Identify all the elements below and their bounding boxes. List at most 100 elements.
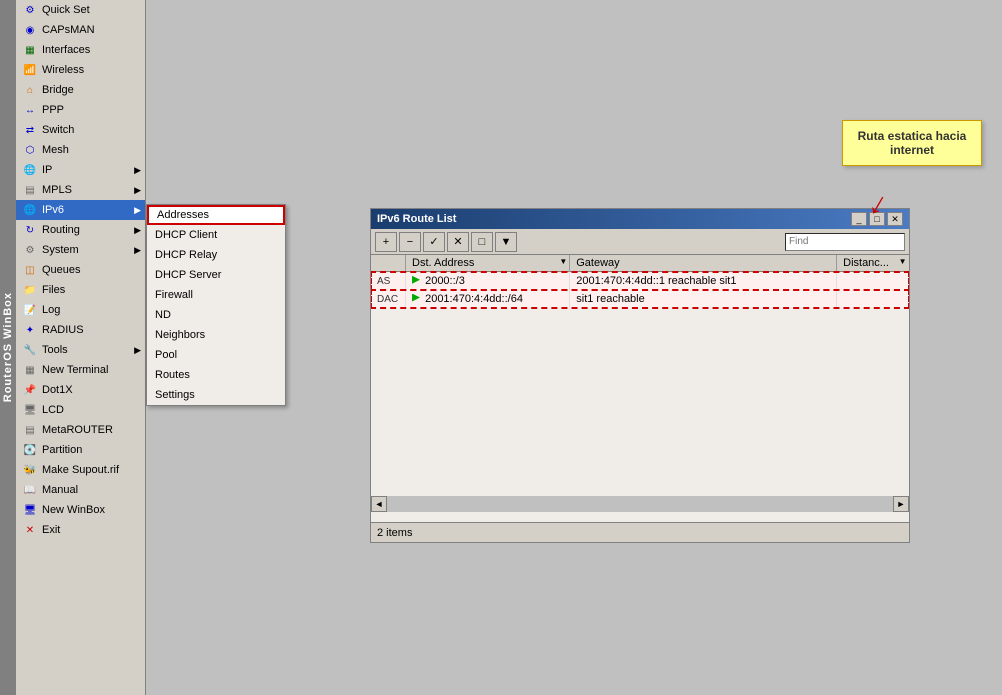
submenu-item-settings[interactable]: Settings xyxy=(147,385,285,405)
sidebar-item-metarouter[interactable]: ▤ MetaROUTER xyxy=(16,420,145,440)
row2-distance xyxy=(837,290,909,308)
sidebar-item-make-supout[interactable]: 🐝 Make Supout.rif xyxy=(16,460,145,480)
lcd-icon: 🖥 xyxy=(22,402,38,418)
tooltip-bubble: Ruta estatica hacia internet xyxy=(842,120,982,166)
sidebar-item-routing[interactable]: ↻ Routing ▶ xyxy=(16,220,145,240)
sidebar-item-files[interactable]: 📁 Files xyxy=(16,280,145,300)
sidebar-item-dot1x[interactable]: 📌 Dot1X xyxy=(16,380,145,400)
col-distance-sort-icon: ▼ xyxy=(899,257,907,266)
sidebar-item-lcd[interactable]: 🖥 LCD xyxy=(16,400,145,420)
table-header-row: Dst. Address ▼ Gateway Distanc... ▼ xyxy=(371,255,909,272)
route-search-input[interactable] xyxy=(785,233,905,251)
new-winbox-icon: 🖥 xyxy=(22,502,38,518)
switch-icon: ⇄ xyxy=(22,122,38,138)
ip-arrow-icon: ▶ xyxy=(134,165,141,176)
row2-arrow-icon xyxy=(412,294,420,302)
mesh-icon: ⬡ xyxy=(22,142,38,158)
log-icon: 📝 xyxy=(22,302,38,318)
row2-gateway: sit1 reachable xyxy=(570,290,837,308)
scroll-left-button[interactable]: ◄ xyxy=(371,496,387,512)
system-arrow-icon: ▶ xyxy=(134,245,141,256)
row1-distance xyxy=(837,272,909,290)
toolbar-check-button[interactable]: ✓ xyxy=(423,232,445,252)
ipv6-submenu: Addresses DHCP Client DHCP Relay DHCP Se… xyxy=(146,204,286,406)
routing-icon: ↻ xyxy=(22,222,38,238)
sidebar-item-mpls[interactable]: ▤ MPLS ▶ xyxy=(16,180,145,200)
table-row[interactable]: DAC 2001:470:4:4dd::/64 sit1 reachable xyxy=(371,290,909,308)
table-row[interactable]: AS 2000::/3 2001:470:4:4dd::1 reachable … xyxy=(371,272,909,290)
col-dst-address[interactable]: Dst. Address ▼ xyxy=(406,255,570,272)
toolbar-copy-button[interactable]: □ xyxy=(471,232,493,252)
col-gateway[interactable]: Gateway xyxy=(570,255,837,272)
submenu-item-nd[interactable]: ND xyxy=(147,305,285,325)
scroll-track[interactable] xyxy=(387,496,893,512)
sidebar-item-switch[interactable]: ⇄ Switch xyxy=(16,120,145,140)
row1-arrow-icon xyxy=(412,276,420,284)
sidebar-item-quick-set[interactable]: ⚙ Quick Set xyxy=(16,0,145,20)
sidebar-item-ipv6[interactable]: 🌐 IPv6 ▶ xyxy=(16,200,145,220)
tools-icon: 🔧 xyxy=(22,342,38,358)
scroll-right-button[interactable]: ► xyxy=(893,496,909,512)
partition-icon: 💽 xyxy=(22,442,38,458)
route-window: IPv6 Route List _ □ ✕ + − ✓ ✕ □ ▼ xyxy=(370,208,910,543)
sidebar-item-manual[interactable]: 📖 Manual xyxy=(16,480,145,500)
route-toolbar: + − ✓ ✕ □ ▼ xyxy=(371,229,909,255)
queues-icon: ◫ xyxy=(22,262,38,278)
radius-icon: ✦ xyxy=(22,322,38,338)
row1-dst-address: 2000::/3 xyxy=(406,272,570,290)
col-distance[interactable]: Distanc... ▼ xyxy=(837,255,909,272)
route-window-titlebar[interactable]: IPv6 Route List _ □ ✕ xyxy=(371,209,909,229)
sidebar-item-radius[interactable]: ✦ RADIUS xyxy=(16,320,145,340)
toolbar-filter-button[interactable]: ▼ xyxy=(495,232,517,252)
ip-icon: 🌐 xyxy=(22,162,38,178)
sidebar-item-partition[interactable]: 💽 Partition xyxy=(16,440,145,460)
submenu-item-pool[interactable]: Pool xyxy=(147,345,285,365)
window-close-button[interactable]: ✕ xyxy=(887,212,903,226)
ipv6-arrow-icon: ▶ xyxy=(134,205,141,216)
submenu-item-dhcp-relay[interactable]: DHCP Relay xyxy=(147,245,285,265)
sidebar-item-tools[interactable]: 🔧 Tools ▶ xyxy=(16,340,145,360)
manual-icon: 📖 xyxy=(22,482,38,498)
sidebar-item-system[interactable]: ⚙ System ▶ xyxy=(16,240,145,260)
toolbar-cross-button[interactable]: ✕ xyxy=(447,232,469,252)
sidebar-item-log[interactable]: 📝 Log xyxy=(16,300,145,320)
routing-arrow-icon: ▶ xyxy=(134,225,141,236)
row2-dst-address: 2001:470:4:4dd::/64 xyxy=(406,290,570,308)
sidebar-item-interfaces[interactable]: ▦ Interfaces xyxy=(16,40,145,60)
sidebar-item-ip[interactable]: 🌐 IP ▶ xyxy=(16,160,145,180)
horizontal-scrollbar[interactable]: ◄ ► xyxy=(371,496,909,512)
route-table: Dst. Address ▼ Gateway Distanc... ▼ AS xyxy=(371,255,909,308)
sidebar-item-queues[interactable]: ◫ Queues xyxy=(16,260,145,280)
sidebar-item-capsman[interactable]: ◉ CAPsMAN xyxy=(16,20,145,40)
ppp-icon: ↔ xyxy=(22,102,38,118)
new-terminal-icon: ▦ xyxy=(22,362,38,378)
row2-flags: DAC xyxy=(371,290,406,308)
sidebar-item-wireless[interactable]: 📶 Wireless xyxy=(16,60,145,80)
submenu-item-neighbors[interactable]: Neighbors xyxy=(147,325,285,345)
wireless-icon: 📶 xyxy=(22,62,38,78)
route-status-bar: 2 items xyxy=(371,522,909,542)
sidebar-item-ppp[interactable]: ↔ PPP xyxy=(16,100,145,120)
sidebar-item-exit[interactable]: ✕ Exit xyxy=(16,520,145,540)
tools-arrow-icon: ▶ xyxy=(134,345,141,356)
sidebar-item-new-winbox[interactable]: 🖥 New WinBox xyxy=(16,500,145,520)
submenu-item-dhcp-client[interactable]: DHCP Client xyxy=(147,225,285,245)
submenu-item-dhcp-server[interactable]: DHCP Server xyxy=(147,265,285,285)
col-flags[interactable] xyxy=(371,255,406,272)
submenu-item-addresses[interactable]: Addresses xyxy=(147,205,285,225)
sidebar-item-bridge[interactable]: ⌂ Bridge xyxy=(16,80,145,100)
sidebar-item-new-terminal[interactable]: ▦ New Terminal xyxy=(16,360,145,380)
route-table-container: Dst. Address ▼ Gateway Distanc... ▼ AS xyxy=(371,255,909,505)
interfaces-icon: ▦ xyxy=(22,42,38,58)
toolbar-remove-button[interactable]: − xyxy=(399,232,421,252)
submenu-item-firewall[interactable]: Firewall xyxy=(147,285,285,305)
sidebar: ⚙ Quick Set ◉ CAPsMAN ▦ Interfaces 📶 Wir… xyxy=(16,0,146,695)
sidebar-item-mesh[interactable]: ⬡ Mesh xyxy=(16,140,145,160)
ipv6-icon: 🌐 xyxy=(22,202,38,218)
quick-set-icon: ⚙ xyxy=(22,2,38,18)
submenu-item-routes[interactable]: Routes xyxy=(147,365,285,385)
mpls-arrow-icon: ▶ xyxy=(134,185,141,196)
toolbar-add-button[interactable]: + xyxy=(375,232,397,252)
system-icon: ⚙ xyxy=(22,242,38,258)
make-supout-icon: 🐝 xyxy=(22,462,38,478)
